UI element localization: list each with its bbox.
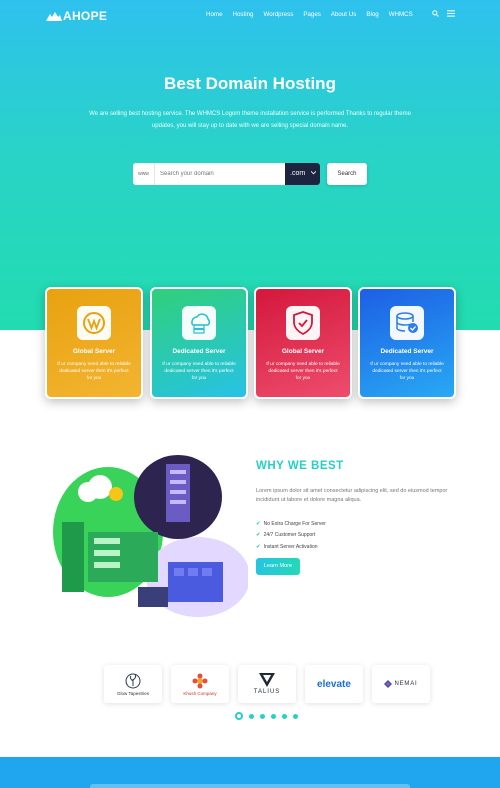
partner-name: elevate xyxy=(317,678,351,690)
nav-item-pages[interactable]: Pages xyxy=(303,11,321,18)
card-title: Dedicated Server xyxy=(172,348,226,355)
partner-name: TALIUS xyxy=(253,689,281,695)
why-title: WHY WE BEST xyxy=(256,460,344,472)
main-menu: Home Hosting Wordpress Pages About Us Bl… xyxy=(206,11,423,18)
service-card-dedicated-2[interactable]: Dedicated Server If ur company need able… xyxy=(358,287,456,399)
card-text: If ur company need able to reliable dedi… xyxy=(266,362,340,381)
why-text: Lorem ipsum dolor sit amet consectetur a… xyxy=(256,488,448,503)
menu-icon[interactable] xyxy=(447,10,455,17)
carousel-dot[interactable] xyxy=(260,713,265,719)
carousel-dot[interactable] xyxy=(271,713,276,719)
domain-search-input[interactable] xyxy=(155,163,285,185)
learn-more-button[interactable]: Learn More xyxy=(256,558,300,575)
feature-item: ✔ Instant Server Activation xyxy=(256,543,318,550)
card-text: If ur company need able to reliable dedi… xyxy=(57,362,131,381)
service-card-global-1[interactable]: Global Server If ur company need able to… xyxy=(45,287,143,399)
hero-section: AHOPE Home Hosting Wordpress Pages About… xyxy=(0,0,500,330)
feature-item: ✔ 24/7 Customer Support xyxy=(256,532,316,539)
brand-logo[interactable]: AHOPE xyxy=(46,9,107,23)
carousel-dot[interactable] xyxy=(293,713,298,719)
check-icon: ✔ xyxy=(256,520,261,527)
top-navbar: AHOPE Home Hosting Wordpress Pages About… xyxy=(0,0,500,30)
service-card-dedicated-1[interactable]: Dedicated Server If ur company need able… xyxy=(150,287,248,399)
carousel-dot[interactable] xyxy=(249,713,254,719)
partner-logo-card[interactable]: Khush Company xyxy=(171,665,229,703)
wordpress-icon xyxy=(83,312,105,334)
nav-item-hosting[interactable]: Hosting xyxy=(233,11,254,18)
card-title: Global Server xyxy=(72,348,116,355)
server-illustration xyxy=(53,455,248,617)
search-icon[interactable] xyxy=(432,10,439,17)
www-prefix: www xyxy=(133,163,155,185)
check-icon: ✔ xyxy=(256,543,261,550)
partner-logo-card[interactable]: Glow Tapestries xyxy=(104,665,162,703)
card-icon-box xyxy=(390,306,424,340)
why-feature-list: ✔ No Extra Charge For Server ✔ 24/7 Custom… xyxy=(256,518,326,553)
domain-search-bar: www .com xyxy=(133,163,320,185)
plant-logo-icon xyxy=(125,673,141,688)
carousel-dot[interactable] xyxy=(282,713,287,719)
chevron-down-icon xyxy=(310,171,317,175)
database-check-icon xyxy=(396,312,418,333)
nav-item-blog[interactable]: Blog xyxy=(366,11,378,18)
card-title: Dedicated Server xyxy=(380,348,434,355)
card-icon-box xyxy=(77,306,111,340)
cloud-server-icon xyxy=(191,313,211,334)
partner-logo-card[interactable]: TALIUS xyxy=(238,665,296,703)
partner-name: Glow Tapestries xyxy=(117,690,149,696)
service-card-global-2[interactable]: Global Server If ur company need able to… xyxy=(254,287,352,399)
logo-wave-icon xyxy=(46,12,62,21)
shield-check-icon xyxy=(293,311,313,336)
hero-subtitle: We are selling best hosting service. The… xyxy=(89,111,411,129)
partner-name: Khush Company xyxy=(183,690,217,696)
nav-item-about[interactable]: About Us xyxy=(331,11,356,18)
carousel-pagination xyxy=(235,712,298,720)
tld-select[interactable]: .com xyxy=(285,163,320,185)
partner-logo-card[interactable]: NEMAI xyxy=(372,665,430,703)
card-text: If ur company need able to reliable dedi… xyxy=(162,362,236,381)
card-icon-box xyxy=(182,306,216,340)
card-title: Global Server xyxy=(281,348,325,355)
triangle-logo-icon xyxy=(259,673,275,687)
hero-title: Best Domain Hosting xyxy=(164,74,336,93)
flower-logo-icon xyxy=(192,673,208,688)
partner-name: NEMAI xyxy=(394,681,418,687)
tld-value: .com xyxy=(290,170,306,177)
card-icon-box xyxy=(286,306,320,340)
card-text: If ur company need able to reliable dedi… xyxy=(370,362,444,381)
check-icon: ✔ xyxy=(256,532,261,539)
partner-logo-card[interactable]: elevate xyxy=(305,665,363,703)
feature-item: ✔ No Extra Charge For Server xyxy=(256,520,326,527)
carousel-dot-active[interactable] xyxy=(235,712,243,720)
nemai-logo-icon xyxy=(384,680,393,688)
brand-name: AHOPE xyxy=(63,9,108,23)
nav-item-whmcs[interactable]: WHMCS xyxy=(389,11,413,18)
nav-item-home[interactable]: Home xyxy=(206,11,223,18)
nav-item-wordpress[interactable]: Wordpress xyxy=(264,11,294,18)
search-button[interactable]: Search xyxy=(327,163,367,185)
footer-inner-panel xyxy=(90,784,410,788)
